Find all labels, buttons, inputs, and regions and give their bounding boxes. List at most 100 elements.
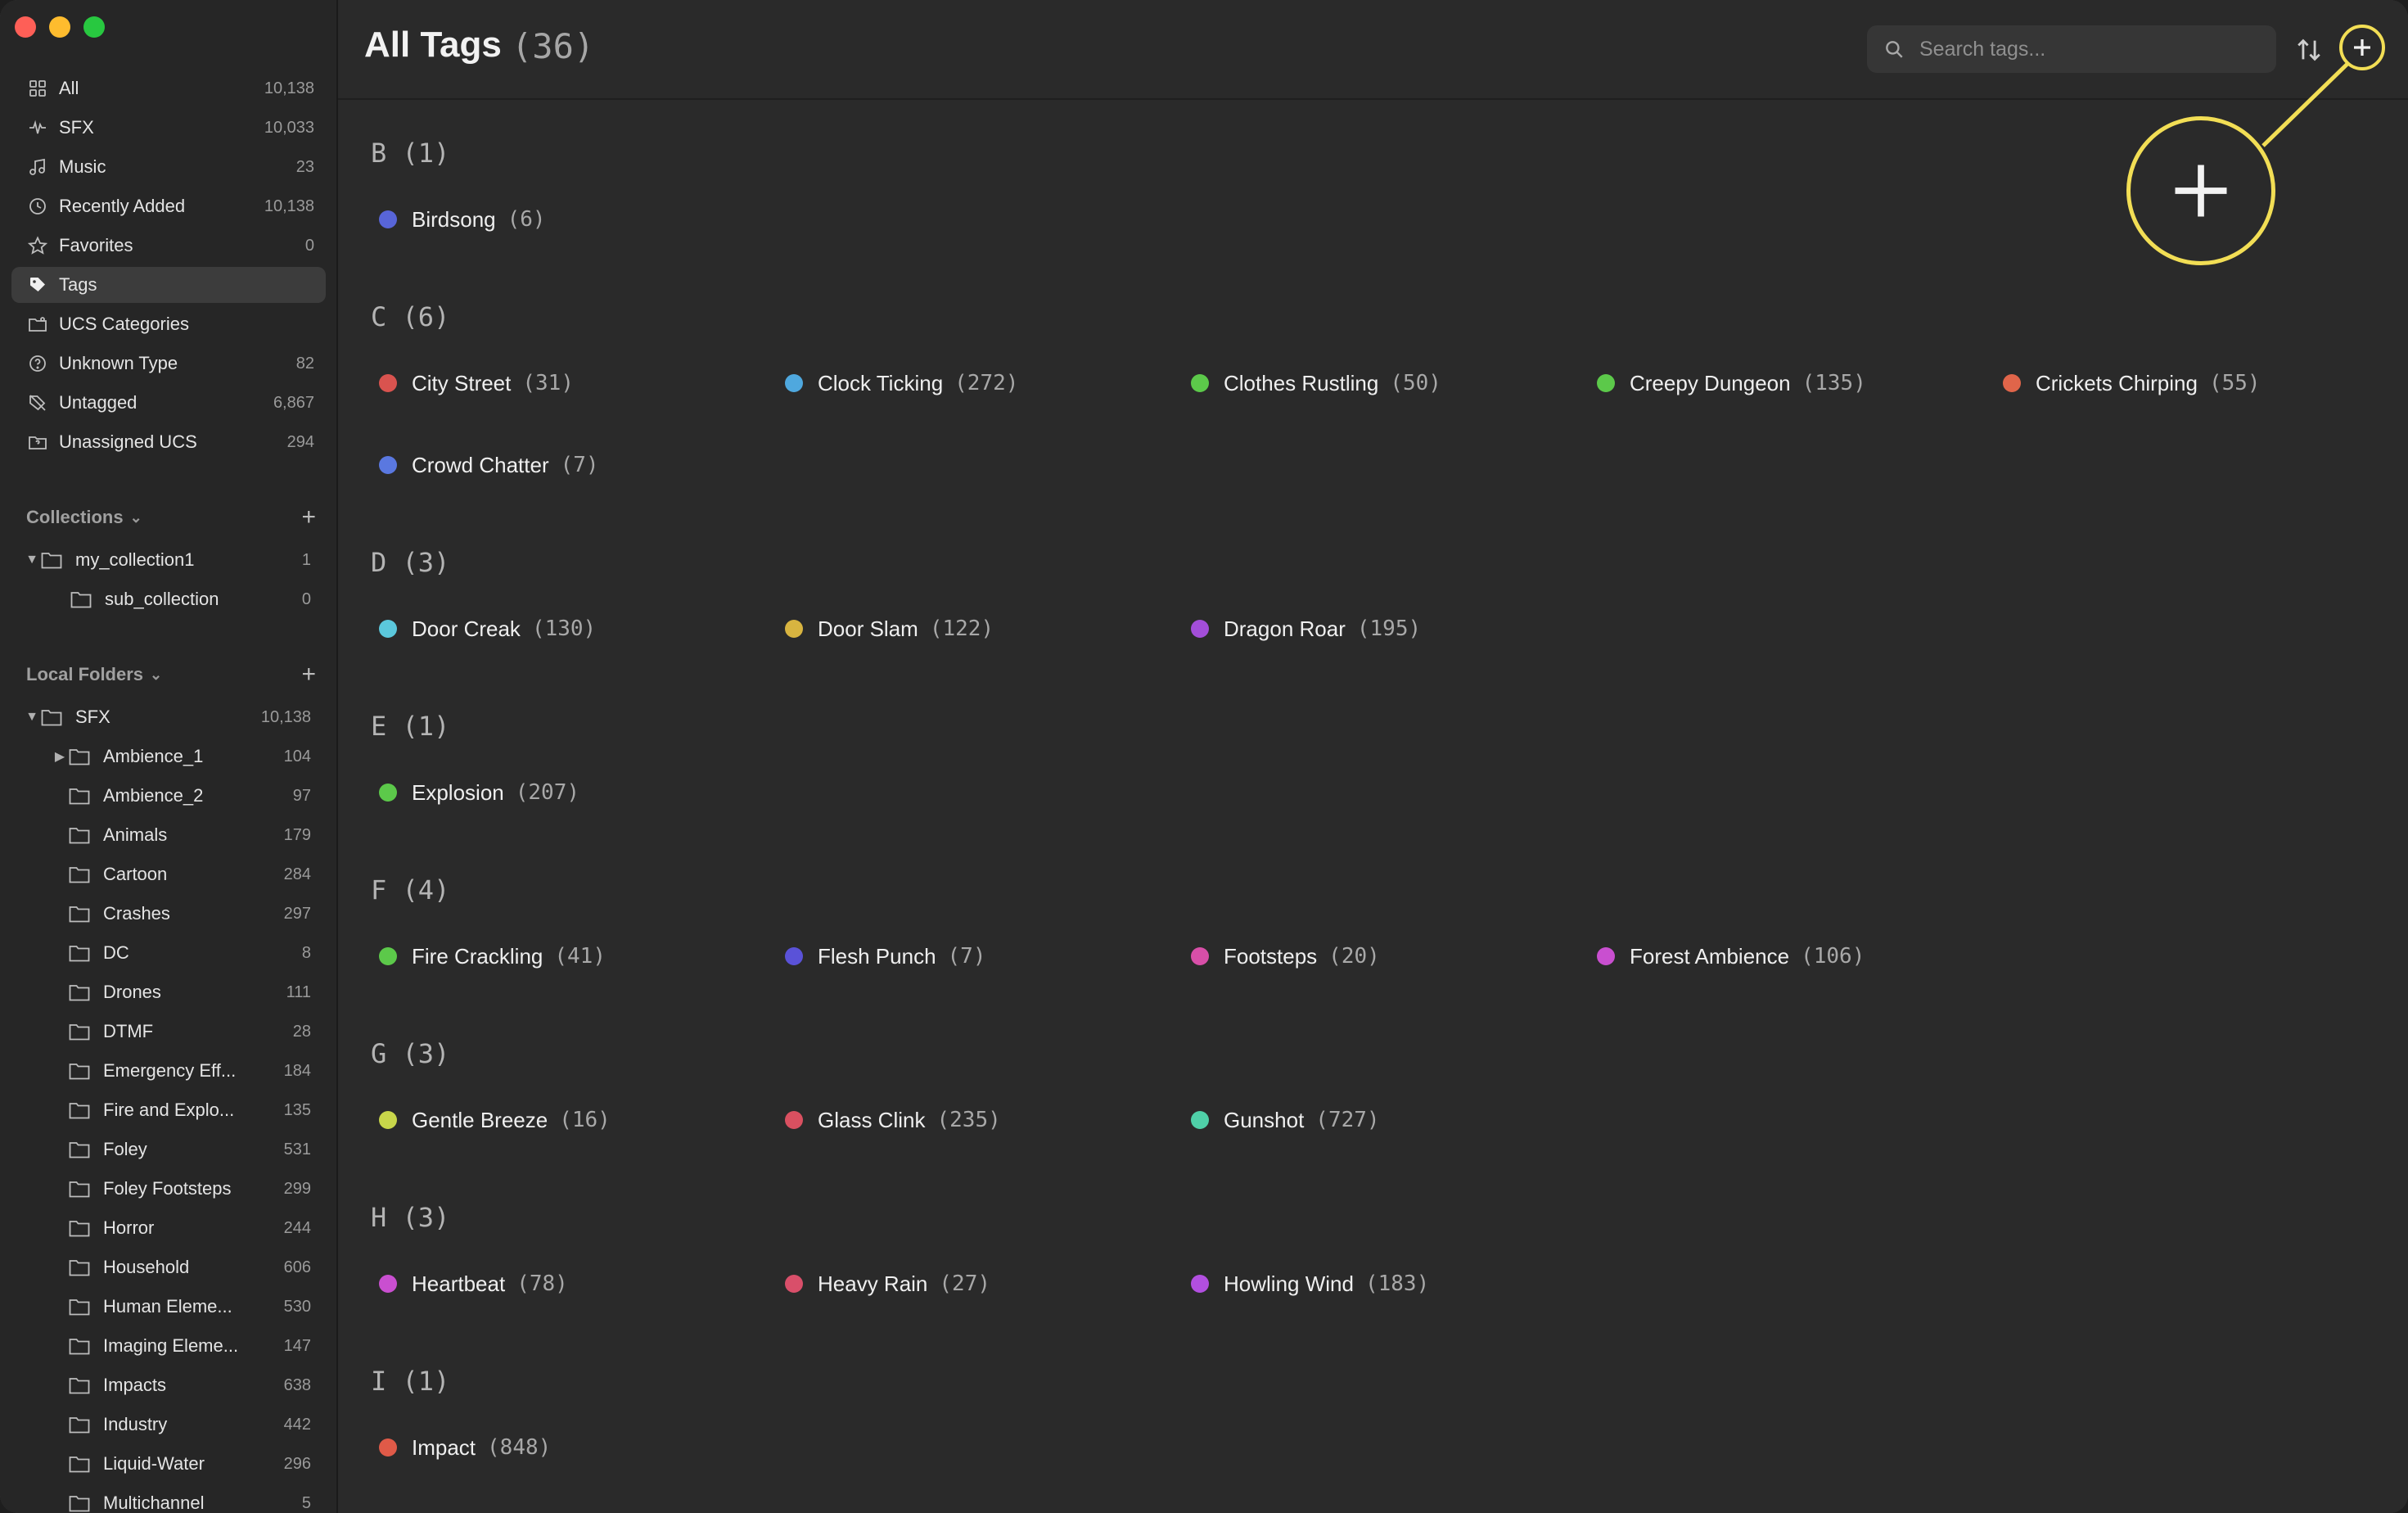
tag-item[interactable]: Fire Crackling (41): [379, 940, 606, 973]
folder-item[interactable]: Fire and Explo... 135: [51, 1092, 337, 1128]
tag-total-count: (36): [512, 26, 595, 66]
folder-item[interactable]: Industry 442: [51, 1407, 337, 1443]
sidebar-item-recently-added[interactable]: Recently Added 10,138: [11, 188, 326, 224]
tag-item[interactable]: Dragon Roar (195): [1191, 612, 1421, 645]
folder-item[interactable]: Crashes 297: [51, 896, 337, 932]
folder-icon: [69, 1415, 93, 1434]
tag-count: (6): [507, 207, 546, 232]
folder-item[interactable]: Household 606: [51, 1249, 337, 1285]
search-input[interactable]: [1918, 36, 2248, 62]
tag-color-dot: [785, 1275, 803, 1293]
folder-root-sfx[interactable]: ▼ SFX 10,138: [23, 699, 337, 735]
folder-icon: [69, 1179, 93, 1199]
add-tag-button[interactable]: [2339, 25, 2385, 70]
tag-color-dot: [785, 1111, 803, 1129]
folder-count: 531: [283, 1140, 311, 1158]
folder-item[interactable]: Foley 531: [51, 1131, 337, 1167]
collection-item[interactable]: ▼ my_collection1 1: [23, 542, 337, 578]
folder-item[interactable]: Human Eleme... 530: [51, 1289, 337, 1325]
folder-tag-icon: [26, 313, 49, 336]
tag-item[interactable]: Creepy Dungeon (135): [1597, 367, 1866, 400]
folder-count: 10,138: [260, 707, 311, 726]
plus-icon: [2354, 39, 2370, 56]
tag-color-dot: [1597, 947, 1615, 965]
tag-item[interactable]: Crickets Chirping (55): [2003, 367, 2261, 400]
folder-item[interactable]: DC 8: [51, 935, 337, 971]
disclosure-down-icon[interactable]: ▼: [23, 710, 41, 725]
folder-item[interactable]: Foley Footsteps 299: [51, 1171, 337, 1207]
folder-item[interactable]: Impacts 638: [51, 1367, 337, 1403]
local-folders-header[interactable]: Local Folders ⌄ +: [26, 658, 327, 691]
folder-label: Cartoon: [103, 864, 168, 884]
folder-item[interactable]: Imaging Eleme... 147: [51, 1328, 337, 1364]
waveform-icon: [26, 116, 49, 139]
tag-item[interactable]: Door Slam (122): [785, 612, 994, 645]
disclosure-down-icon[interactable]: ▼: [23, 553, 41, 567]
sidebar-item-tags[interactable]: Tags: [11, 267, 326, 303]
sidebar-item-ucs-categories[interactable]: UCS Categories: [11, 306, 326, 342]
search-box[interactable]: [1867, 25, 2276, 73]
tag-item[interactable]: Crowd Chatter (7): [379, 449, 599, 481]
sidebar-item-sfx[interactable]: SFX 10,033: [11, 110, 326, 146]
tag-name: Heartbeat: [412, 1271, 506, 1296]
folder-item[interactable]: Emergency Eff... 184: [51, 1053, 337, 1089]
folder-item[interactable]: DTMF 28: [51, 1014, 337, 1050]
folder-count: 442: [283, 1415, 311, 1434]
tag-count: (848): [487, 1435, 552, 1460]
tag-item[interactable]: Gunshot (727): [1191, 1104, 1380, 1136]
tag-item[interactable]: Footsteps (20): [1191, 940, 1380, 973]
add-collection-button[interactable]: +: [301, 504, 316, 531]
tag-item[interactable]: Gentle Breeze (16): [379, 1104, 611, 1136]
sidebar-item-music[interactable]: Music 23: [11, 149, 326, 185]
sidebar-item-all[interactable]: All 10,138: [11, 70, 326, 106]
add-folder-button[interactable]: +: [301, 661, 316, 689]
folder-label: SFX: [75, 707, 110, 727]
tag-item[interactable]: City Street (31): [379, 367, 574, 400]
folder-count: 28: [292, 1022, 311, 1041]
sort-button[interactable]: [2293, 34, 2325, 65]
sidebar-item-untagged[interactable]: Untagged 6,867: [11, 385, 326, 421]
folder-item[interactable]: Cartoon 284: [51, 856, 337, 892]
folder-item[interactable]: Liquid-Water 296: [51, 1446, 337, 1482]
folder-icon: [69, 1297, 93, 1317]
folder-item[interactable]: Animals 179: [51, 817, 337, 853]
tag-item[interactable]: Forest Ambience (106): [1597, 940, 1865, 973]
tag-item[interactable]: Impact (848): [379, 1431, 551, 1464]
sidebar-item-label: UCS Categories: [59, 314, 189, 334]
tag-item[interactable]: Flesh Punch (7): [785, 940, 986, 973]
folder-icon: [69, 982, 93, 1002]
tag-item[interactable]: Clothes Rustling (50): [1191, 367, 1441, 400]
folder-item[interactable]: Multichannel 5: [51, 1485, 337, 1513]
tag-item[interactable]: Glass Clink (235): [785, 1104, 1001, 1136]
disclosure-right-icon[interactable]: ▶: [51, 748, 69, 765]
sidebar-item-unassigned-ucs[interactable]: Unassigned UCS 294: [11, 424, 326, 460]
folder-item[interactable]: Ambience_2 97: [51, 778, 337, 814]
collection-item[interactable]: sub_collection 0: [70, 581, 337, 617]
tag-item[interactable]: Explosion (207): [379, 776, 579, 809]
sidebar-item-label: Tags: [59, 274, 97, 295]
tag-count: (50): [1390, 371, 1441, 395]
tag-item[interactable]: Heartbeat (78): [379, 1267, 568, 1300]
sidebar-item-favorites[interactable]: Favorites 0: [11, 228, 326, 264]
question-circle-icon: [26, 352, 49, 375]
minimize-window-button[interactable]: [49, 16, 70, 38]
tag-item[interactable]: Howling Wind (183): [1191, 1267, 1429, 1300]
tag-item[interactable]: Birdsong (6): [379, 203, 546, 236]
tag-item[interactable]: Door Creak (130): [379, 612, 596, 645]
add-tag-callout: [2126, 116, 2275, 265]
tag-name: Gentle Breeze: [412, 1107, 548, 1132]
tag-count: (7): [947, 944, 986, 969]
tag-item[interactable]: Heavy Rain (27): [785, 1267, 990, 1300]
sidebar-item-unknown-type[interactable]: Unknown Type 82: [11, 346, 326, 382]
zoom-window-button[interactable]: [83, 16, 105, 38]
tag-item[interactable]: Clock Ticking (272): [785, 367, 1018, 400]
folder-item[interactable]: Horror 244: [51, 1210, 337, 1246]
close-window-button[interactable]: [15, 16, 36, 38]
tag-color-dot: [379, 784, 397, 802]
folder-item[interactable]: Drones 111: [51, 974, 337, 1010]
tag-count: (106): [1801, 944, 1865, 969]
sidebar: All 10,138 SFX 10,033 Music 23 Recently …: [0, 0, 338, 1513]
collections-header[interactable]: Collections ⌄ +: [26, 501, 327, 534]
folder-item[interactable]: ▶ Ambience_1 104: [51, 738, 337, 775]
tag-count: (727): [1315, 1108, 1380, 1132]
